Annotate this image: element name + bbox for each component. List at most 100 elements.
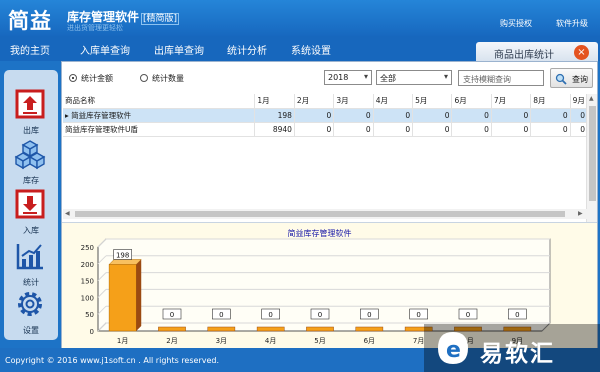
chart-bar-side: [136, 259, 142, 331]
sidebar: 出库 库存 入库 统计 设置: [4, 70, 58, 340]
chart-data-label: 0: [170, 311, 174, 319]
sidebar-label-outbound: 出库: [23, 126, 39, 135]
col-month[interactable]: 4月: [373, 94, 414, 109]
app-title-text: 库存管理软件: [67, 10, 140, 24]
chart-bar: [108, 264, 137, 332]
table-cell: 0: [491, 122, 532, 137]
export-box-icon: [15, 89, 45, 119]
chart-x-tick-label: 2月: [166, 337, 177, 345]
chart-bar: [256, 326, 285, 332]
watermark-logo-icon: e: [438, 332, 468, 364]
copyright-text: Copyright © 2016 www.j1soft.cn . All rig…: [5, 356, 220, 365]
radio-quantity[interactable]: [140, 74, 148, 82]
col-month[interactable]: 3月: [333, 94, 374, 109]
chart-bar-top: [108, 259, 142, 265]
search-icon: [555, 73, 567, 85]
table-cell: 0: [570, 108, 589, 123]
table-cell: 8940: [254, 122, 295, 137]
upgrade-link[interactable]: 软件升级: [556, 18, 588, 29]
table-cell: 0: [530, 108, 571, 123]
chart-y-tick-label: 250: [81, 244, 94, 252]
chart-data-label: 198: [116, 251, 129, 259]
category-select-value: 全部: [380, 74, 396, 83]
chevron-down-icon: ▾: [443, 72, 448, 81]
chart-bar: [306, 326, 334, 332]
app-edition: [精简版]: [141, 13, 180, 25]
horizontal-scrollbar[interactable]: ◀ ▶: [63, 209, 587, 219]
table-cell: 0: [333, 122, 374, 137]
chart-data-label: 0: [515, 311, 519, 319]
vertical-scrollbar[interactable]: ▲: [586, 94, 597, 230]
col-month[interactable]: 7月: [491, 94, 532, 109]
chart-y-tick-label: 200: [81, 261, 94, 269]
chart-y-tick-label: 0: [90, 328, 94, 336]
table-row[interactable]: 简益库存管理软件U盾 8940 0 0 0 0 0 0 0 0: [63, 122, 589, 137]
chevron-down-icon: ▾: [363, 72, 368, 81]
chart-x-tick-label: 3月: [216, 337, 227, 345]
search-button-label: 查询: [572, 75, 588, 84]
menu-home[interactable]: 我的主页: [10, 42, 50, 57]
chart-y-tick-label: 150: [81, 278, 94, 286]
sidebar-item-inbound[interactable]: 入库: [4, 186, 58, 238]
scroll-up-icon[interactable]: ▲: [589, 95, 594, 102]
year-select-value: 2018: [328, 73, 349, 82]
menu-settings[interactable]: 系统设置: [291, 42, 331, 57]
chart-y-tick-label: 50: [85, 311, 94, 319]
watermark: e 易软汇: [424, 324, 600, 372]
horizontal-scroll-thumb[interactable]: [75, 211, 565, 217]
sidebar-item-outbound[interactable]: 出库: [4, 86, 58, 138]
row-name-text: 简益库存管理软件U盾: [65, 124, 138, 134]
col-month[interactable]: 6月: [451, 94, 492, 109]
chart-icon: [16, 244, 43, 270]
radio-amount[interactable]: [69, 74, 77, 82]
chart-data-label: 0: [219, 311, 223, 319]
table-cell: 0: [373, 122, 414, 137]
chart-data-label: 0: [318, 311, 322, 319]
col-month[interactable]: 2月: [294, 94, 335, 109]
row-name-text: 简益库存管理软件: [71, 110, 132, 120]
chart-data-label: 0: [268, 311, 272, 319]
buy-license-link[interactable]: 购买授权: [500, 18, 532, 29]
col-month[interactable]: 5月: [412, 94, 453, 109]
col-month[interactable]: 1月: [254, 94, 295, 109]
menu-statistics[interactable]: 统计分析: [227, 42, 267, 57]
sidebar-label-inbound: 入库: [23, 226, 39, 235]
table-cell: 198: [254, 108, 295, 123]
menu-inbound-query[interactable]: 入库单查询: [80, 42, 130, 57]
year-select[interactable]: 2018 ▾: [324, 70, 372, 85]
col-name[interactable]: 商品名称: [63, 94, 256, 109]
table-cell: 0: [373, 108, 414, 123]
chart-x-tick-label: 5月: [314, 337, 325, 345]
sidebar-item-statistics[interactable]: 统计: [4, 238, 58, 290]
chart-y-tick-label: 100: [81, 294, 94, 302]
sidebar-item-settings[interactable]: 设置: [4, 286, 58, 338]
search-button[interactable]: 查询: [550, 68, 593, 88]
category-select[interactable]: 全部 ▾: [376, 70, 452, 85]
sidebar-item-inventory[interactable]: 库存: [4, 136, 58, 188]
scroll-right-icon[interactable]: ▶: [578, 210, 583, 217]
panel-title: 商品出库统计: [494, 50, 554, 61]
table-header-row: 商品名称 1月 2月 3月 4月 5月 6月 7月 8月 9月: [63, 94, 589, 109]
scroll-left-icon[interactable]: ◀: [65, 210, 70, 217]
stats-table: 商品名称 1月 2月 3月 4月 5月 6月 7月 8月 9月 ▸ 简益库存管理…: [63, 94, 589, 219]
table-cell: 0: [294, 108, 335, 123]
vertical-scroll-thumb[interactable]: [589, 106, 596, 201]
col-month[interactable]: 8月: [530, 94, 571, 109]
title-bar: 简益 库存管理软件 [精简版] 进出货管理更轻松 购买授权 软件升级: [0, 0, 600, 36]
menu-outbound-query[interactable]: 出库单查询: [154, 42, 204, 57]
chart-title: 简益库存管理软件: [288, 228, 352, 238]
chart-bar: [158, 326, 186, 332]
row-name: 简益库存管理软件U盾: [63, 122, 256, 137]
chart-x-tick-label: 4月: [265, 337, 276, 345]
table-cell: 0: [333, 108, 374, 123]
table-row[interactable]: ▸ 简益库存管理软件 198 0 0 0 0 0 0 0 0: [63, 108, 589, 123]
chart-data-label: 0: [367, 311, 371, 319]
col-month[interactable]: 9月: [570, 94, 589, 109]
sidebar-label-inventory: 库存: [23, 176, 39, 185]
table-cell: 0: [530, 122, 571, 137]
table-cell: 0: [294, 122, 335, 137]
main-panel: 统计金额 统计数量 2018 ▾ 全部 ▾ 支持模糊查询 查询 商品名称 1月 2月…: [61, 61, 598, 348]
table-cell: 0: [570, 122, 589, 137]
close-panel-button[interactable]: ×: [574, 45, 589, 60]
search-input[interactable]: 支持模糊查询: [458, 70, 544, 86]
